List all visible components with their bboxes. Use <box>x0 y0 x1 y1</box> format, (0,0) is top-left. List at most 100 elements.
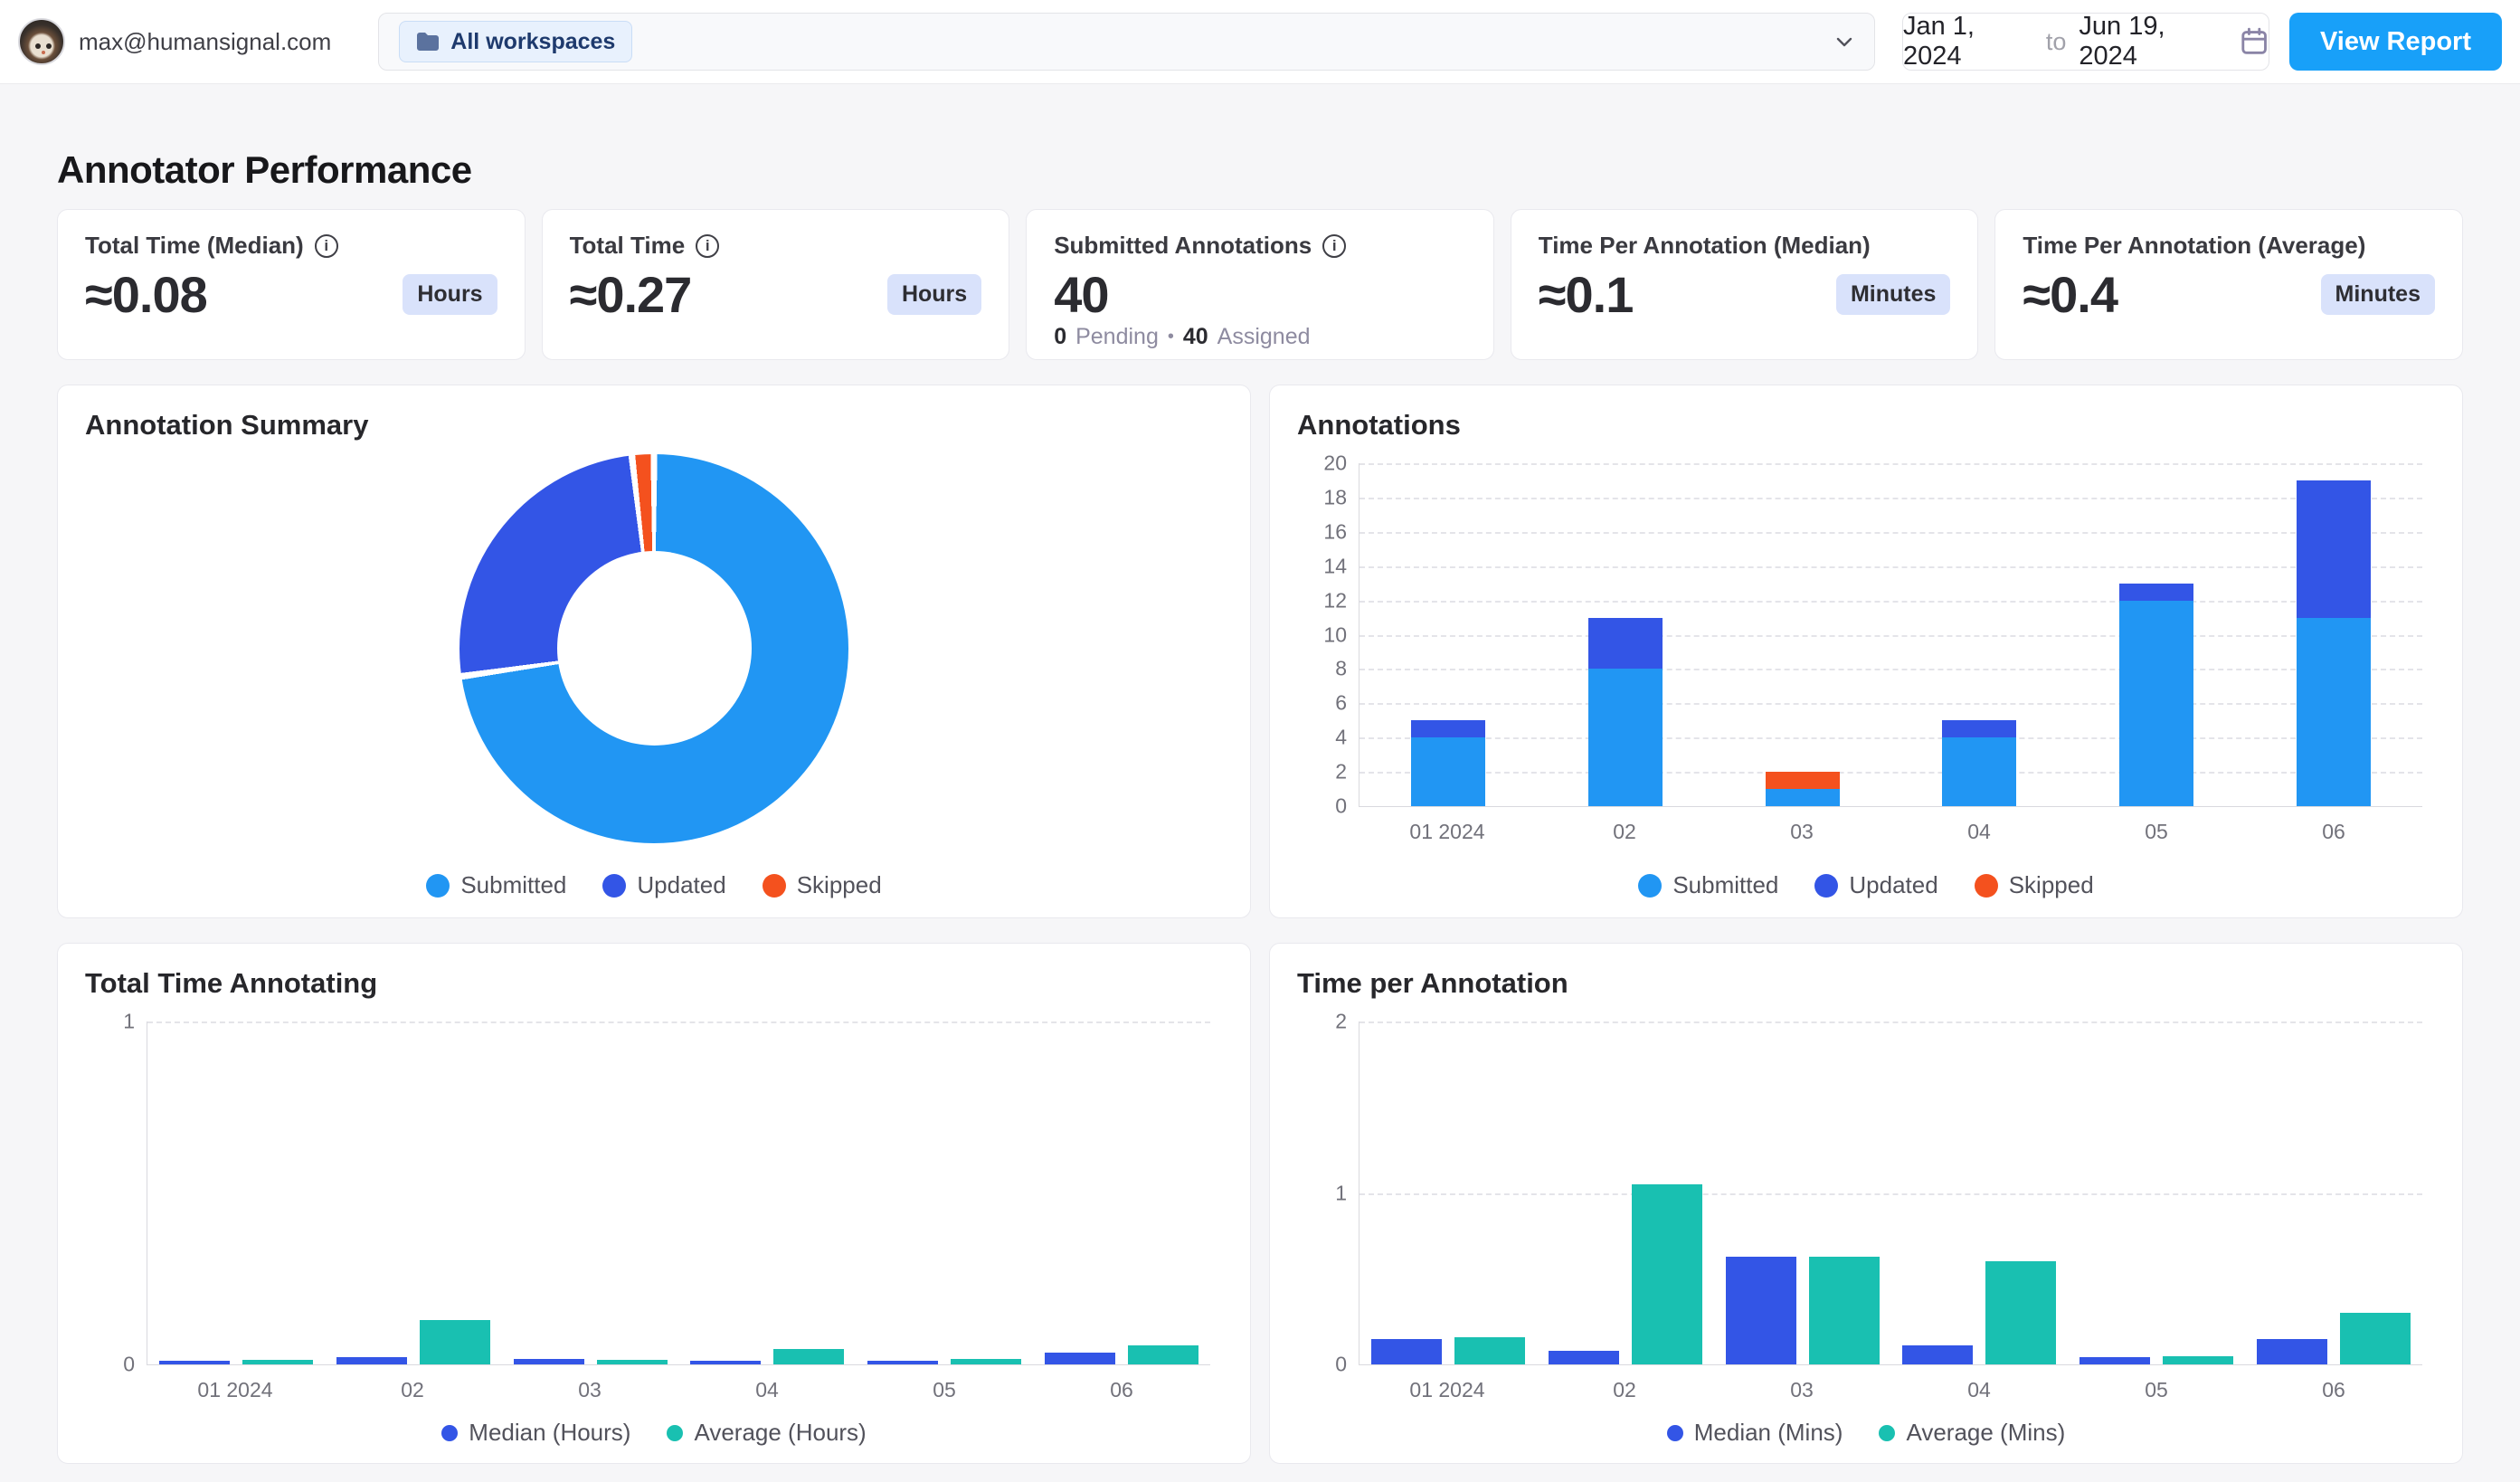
bar-median-hours--06[interactable] <box>1045 1352 1116 1364</box>
bar-segment-submitted[interactable] <box>2297 617 2372 806</box>
bar-segment-submitted[interactable] <box>1765 789 1840 806</box>
bar-median-hours--05[interactable] <box>867 1361 939 1364</box>
legend-item-submitted[interactable]: Submitted <box>426 871 566 899</box>
bar-segment-updated[interactable] <box>1410 720 1485 738</box>
kpi-breakdown: 0 Pending • 40 Assigned <box>1054 324 1466 350</box>
bar-median-hours--04[interactable] <box>690 1361 762 1364</box>
legend-item-median-hours-[interactable]: Median (Hours) <box>441 1419 630 1447</box>
bar-segment-submitted[interactable] <box>1410 737 1485 806</box>
bar-average-mins--04[interactable] <box>1985 1261 2057 1364</box>
workspace-filter-select[interactable]: All workspaces <box>378 13 1875 71</box>
kpi-value: 40 <box>1054 266 1109 323</box>
kpi-title: Total Time (Median) <box>85 232 304 259</box>
workspace-chip[interactable]: All workspaces <box>399 21 633 62</box>
y-axis-tick-label: 2 <box>1335 1009 1347 1033</box>
gridline <box>1359 565 2422 568</box>
bar-average-mins--02[interactable] <box>1631 1184 1702 1364</box>
legend-item-median-mins-[interactable]: Median (Mins) <box>1666 1419 1843 1447</box>
bar-03[interactable] <box>1765 772 1840 806</box>
bar-segment-updated[interactable] <box>2119 583 2194 601</box>
bar-segment-updated[interactable] <box>1587 617 1663 670</box>
chart-legend: Median (Hours) Average (Hours) <box>85 1402 1223 1447</box>
bar-segment-submitted[interactable] <box>1587 669 1663 806</box>
assigned-count: 40 <box>1182 324 1208 349</box>
bar-average-mins--01-2024[interactable] <box>1454 1336 1525 1364</box>
bar-average-mins--03[interactable] <box>1808 1256 1880 1364</box>
bar-average-mins--05[interactable] <box>2163 1355 2234 1364</box>
bar-median-mins--05[interactable] <box>2079 1357 2151 1364</box>
bar-median-hours--03[interactable] <box>513 1359 584 1364</box>
legend-dot <box>1638 873 1663 898</box>
y-axis-tick-label: 18 <box>1323 485 1347 509</box>
y-axis-tick-label: 0 <box>123 1352 135 1376</box>
date-range-picker[interactable]: Jan 1, 2024 to Jun 19, 2024 <box>1901 12 2269 71</box>
chart-legend: Median (Mins) Average (Mins) <box>1297 1402 2435 1447</box>
donut-wrap <box>85 442 1223 855</box>
bar-average-mins--06[interactable] <box>2340 1313 2411 1364</box>
bar-average-hours--03[interactable] <box>596 1360 668 1364</box>
bar-segment-updated[interactable] <box>1942 720 2017 738</box>
x-axis-label: 04 <box>1967 820 1991 843</box>
gridline <box>1359 737 2422 740</box>
legend-item-average-hours-[interactable]: Average (Hours) <box>667 1419 867 1447</box>
y-axis-tick-label: 8 <box>1335 656 1347 680</box>
bar-median-mins--01-2024[interactable] <box>1370 1338 1442 1364</box>
legend-item-updated[interactable]: Updated <box>602 871 726 899</box>
kpi-title: Total Time <box>569 232 686 259</box>
bar-median-mins--03[interactable] <box>1725 1256 1796 1364</box>
annotation-summary-donut[interactable] <box>459 453 848 843</box>
bar-04[interactable] <box>1942 720 2017 806</box>
legend-dot <box>762 873 786 898</box>
legend-label: Updated <box>1849 871 1938 898</box>
bar-median-hours--01-2024[interactable] <box>158 1361 230 1364</box>
avatar[interactable] <box>18 18 65 65</box>
folder-icon <box>417 33 440 51</box>
annotations-chart-card: Annotations 0 2 4 6 8 10 12 14 16 18 20 01 2024 02 0… <box>1269 385 2463 918</box>
info-icon[interactable]: i <box>314 233 338 258</box>
bar-average-hours--06[interactable] <box>1128 1345 1199 1364</box>
legend-item-updated[interactable]: Updated <box>1814 871 1938 899</box>
bar-segment-skipped[interactable] <box>1765 772 1840 790</box>
chart-legend: Submitted Updated Skipped <box>1297 855 2435 899</box>
gridline <box>1359 600 2422 603</box>
user-menu[interactable]: max@humansignal.com <box>18 18 331 65</box>
legend-item-average-mins-[interactable]: Average (Mins) <box>1879 1419 2065 1447</box>
bar-average-hours--01-2024[interactable] <box>242 1360 313 1364</box>
view-report-button[interactable]: View Report <box>2288 13 2502 71</box>
bar-median-mins--06[interactable] <box>2257 1338 2328 1364</box>
legend-item-skipped[interactable]: Skipped <box>1974 871 2094 899</box>
gridline <box>1359 772 2422 774</box>
info-icon[interactable]: i <box>696 233 720 258</box>
legend-item-skipped[interactable]: Skipped <box>762 871 882 899</box>
legend-label: Average (Hours) <box>694 1419 867 1446</box>
bar-01-2024[interactable] <box>1410 720 1485 806</box>
gridline <box>1359 703 2422 706</box>
legend-dot <box>1879 1424 1896 1441</box>
kpi-card-time-per-annotation-median: Time Per Annotation (Median) ≈0.1 Minute… <box>1510 209 1979 360</box>
bar-05[interactable] <box>2119 583 2194 806</box>
kpi-card-submitted-annotations: Submitted Annotations i 40 0 Pending • 4… <box>1026 209 1494 360</box>
total-time-plot: 01 <box>123 1010 1210 1376</box>
page-title: Annotator Performance <box>57 148 472 191</box>
legend-label: Skipped <box>796 871 882 898</box>
bar-segment-submitted[interactable] <box>1942 737 2017 806</box>
bar-median-hours--02[interactable] <box>336 1357 407 1364</box>
bar-02[interactable] <box>1587 617 1663 806</box>
bar-segment-submitted[interactable] <box>2119 600 2194 806</box>
bar-average-hours--04[interactable] <box>773 1348 845 1364</box>
bar-average-hours--02[interactable] <box>419 1319 490 1364</box>
bar-median-mins--04[interactable] <box>1902 1345 1974 1364</box>
bar-06[interactable] <box>2297 480 2372 806</box>
bar-average-hours--05[interactable] <box>951 1359 1022 1364</box>
x-axis-label: 04 <box>755 1378 779 1401</box>
legend-dot <box>1974 873 1998 898</box>
x-axis-label: 05 <box>2145 820 2168 843</box>
calendar-icon <box>2241 27 2267 54</box>
bar-median-mins--02[interactable] <box>1548 1350 1619 1364</box>
info-icon[interactable]: i <box>1322 233 1347 258</box>
y-axis-tick-label: 6 <box>1335 690 1347 715</box>
legend-item-submitted[interactable]: Submitted <box>1638 871 1778 899</box>
bar-segment-updated[interactable] <box>2297 480 2372 618</box>
x-axis-label: 06 <box>2322 820 2345 843</box>
total-time-annotating-card: Total Time Annotating 01 01 2024 02 03 04 05… <box>57 943 1251 1464</box>
